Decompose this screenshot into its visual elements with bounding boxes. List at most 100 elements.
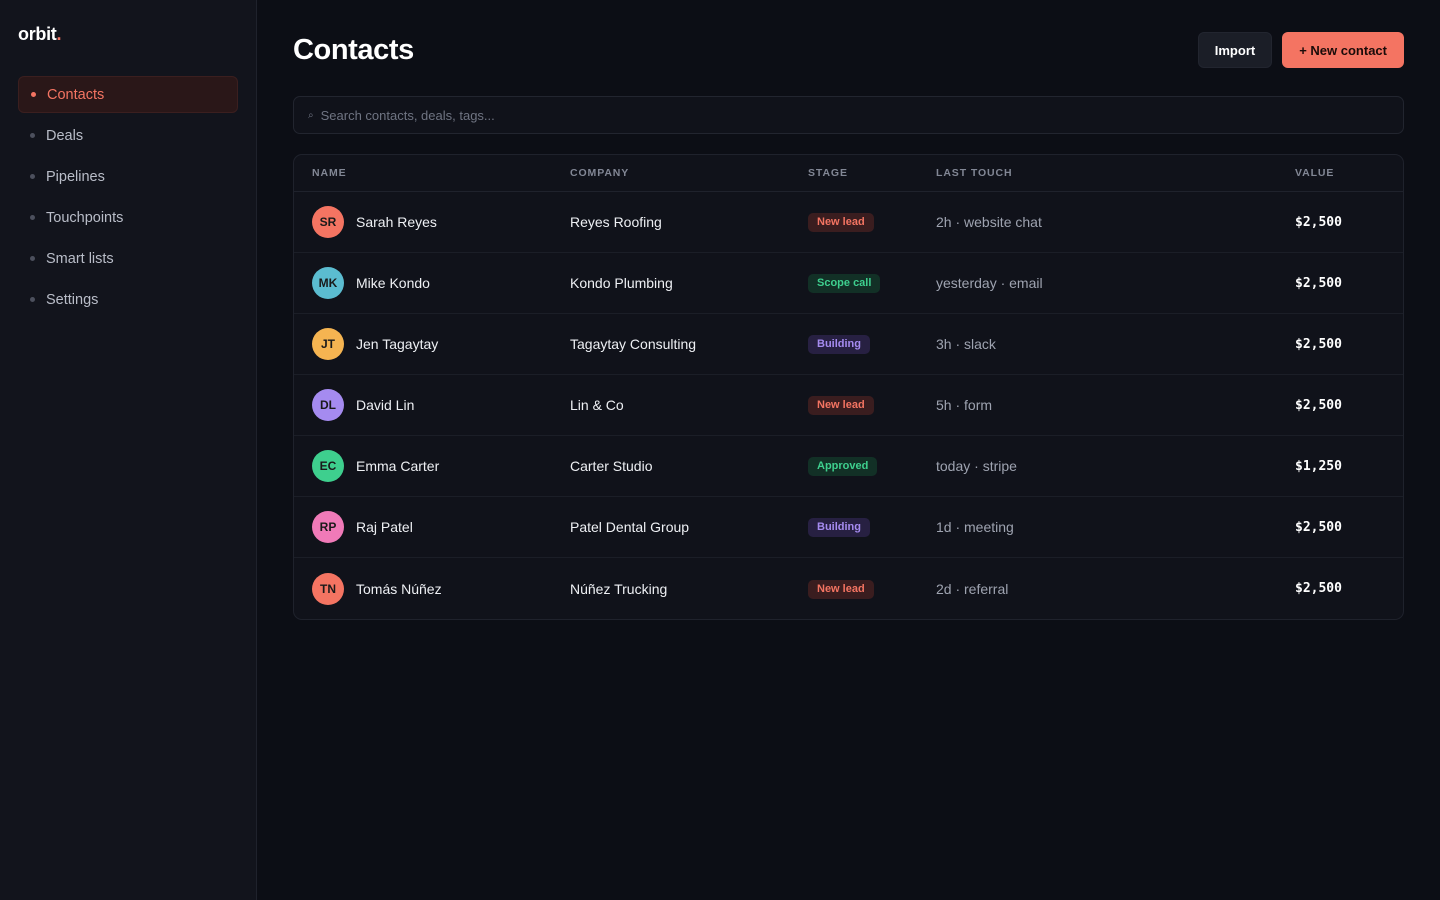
- sidebar-item-label: Pipelines: [46, 168, 105, 185]
- name-cell: EC Emma Carter: [312, 450, 570, 482]
- company-name: Carter Studio: [570, 458, 653, 474]
- stage-badge: New lead: [808, 396, 874, 415]
- contact-name[interactable]: Jen Tagaytay: [356, 336, 438, 352]
- avatar: TN: [312, 572, 344, 605]
- sidebar-item-label: Touchpoints: [46, 209, 124, 226]
- avatar: DL: [312, 389, 344, 421]
- table-body: SR Sarah Reyes Reyes Roofing New lead 2h · w…: [294, 192, 1403, 619]
- sidebar-item-label: Contacts: [47, 86, 105, 103]
- contact-name[interactable]: Tomás Núñez: [356, 581, 442, 597]
- contact-name[interactable]: Raj Patel: [356, 519, 413, 535]
- stage-cell: New lead: [808, 212, 936, 232]
- deal-value: $2,500: [1295, 214, 1342, 230]
- stage-badge: New lead: [808, 579, 874, 599]
- avatar: RP: [312, 511, 344, 543]
- table-row[interactable]: RP Raj Patel Patel Dental Group Building 1d …: [294, 497, 1403, 558]
- stage-badge: Scope call: [808, 274, 881, 293]
- table-row[interactable]: JT Jen Tagaytay Tagaytay Consulting Buildin…: [294, 314, 1403, 375]
- sidebar-item-contacts[interactable]: Contacts: [18, 76, 238, 113]
- name-cell: SR Sarah Reyes: [312, 206, 570, 238]
- app-shell: orbit. Contacts Deals Pipelines Touchpoints…: [0, 0, 1440, 900]
- table-row[interactable]: SR Sarah Reyes Reyes Roofing New lead 2h · w…: [294, 192, 1403, 253]
- avatar: MK: [312, 267, 344, 299]
- name-cell: DL David Lin: [312, 389, 570, 421]
- avatar: SR: [312, 206, 344, 238]
- logo-text: orbit: [18, 24, 57, 44]
- sidebar-item-smart-lists[interactable]: Smart lists: [18, 240, 238, 277]
- bullet-icon: [30, 174, 35, 179]
- table-row[interactable]: MK Mike Kondo Kondo Plumbing Scope call yest…: [294, 253, 1403, 314]
- column-header-last-touch[interactable]: LAST TOUCH: [936, 167, 1295, 179]
- deal-value: $2,500: [1295, 519, 1342, 535]
- deal-value: $1,250: [1295, 458, 1342, 474]
- stage-cell: Scope call: [808, 273, 936, 293]
- stage-badge: Approved: [808, 457, 878, 476]
- deal-value: $2,500: [1295, 581, 1342, 596]
- stage-badge: Building: [808, 518, 870, 537]
- last-touch: 1d · meeting: [936, 519, 1014, 535]
- header-actions: Import + New contact: [1197, 32, 1404, 68]
- sidebar-item-label: Deals: [46, 127, 84, 144]
- stage-cell: Approved: [808, 456, 936, 476]
- page-title: Contacts: [293, 33, 414, 66]
- stage-cell: New lead: [808, 579, 936, 599]
- new-contact-button[interactable]: + New contact: [1282, 32, 1404, 68]
- deal-value: $2,500: [1295, 336, 1342, 352]
- company-name: Reyes Roofing: [570, 214, 662, 230]
- last-touch: 2d · referral: [936, 580, 1009, 597]
- last-touch: 3h · slack: [936, 336, 996, 352]
- company-name: Núñez Trucking: [570, 580, 668, 597]
- sidebar-item-deals[interactable]: Deals: [18, 117, 238, 154]
- bullet-icon: [30, 133, 35, 138]
- last-touch: 5h · form: [936, 397, 993, 413]
- sidebar-item-label: Settings: [46, 291, 99, 308]
- page-header: Contacts Import + New contact: [293, 0, 1404, 100]
- deal-value: $2,500: [1295, 275, 1342, 291]
- search-input[interactable]: [318, 106, 1403, 124]
- bullet-icon: [31, 92, 36, 97]
- last-touch: today · stripe: [936, 458, 1017, 474]
- main-content: Contacts Import + New contact ⌕ NAMECOMP…: [257, 0, 1440, 900]
- app-logo[interactable]: orbit.: [18, 24, 238, 46]
- table-row[interactable]: DL David Lin Lin & Co New lead 5h · form $2,5…: [294, 375, 1403, 436]
- import-button[interactable]: Import: [1197, 32, 1273, 68]
- name-cell: JT Jen Tagaytay: [312, 328, 570, 360]
- last-touch: yesterday · email: [936, 275, 1043, 291]
- name-cell: TN Tomás Núñez: [312, 572, 570, 605]
- company-name: Kondo Plumbing: [570, 275, 673, 291]
- search-bar[interactable]: ⌕: [293, 96, 1404, 134]
- name-cell: MK Mike Kondo: [312, 267, 570, 299]
- sidebar-item-settings[interactable]: Settings: [18, 281, 238, 318]
- stage-badge: Building: [808, 335, 870, 354]
- sidebar-item-touchpoints[interactable]: Touchpoints: [18, 199, 238, 236]
- bullet-icon: [30, 215, 35, 220]
- contact-name[interactable]: Mike Kondo: [356, 275, 430, 291]
- avatar: EC: [312, 450, 344, 482]
- stage-cell: Building: [808, 334, 936, 354]
- stage-badge: New lead: [808, 213, 874, 232]
- last-touch: 2h · website chat: [936, 214, 1042, 230]
- contact-name[interactable]: Sarah Reyes: [356, 214, 437, 230]
- column-header-stage[interactable]: STAGE: [808, 167, 936, 179]
- bullet-icon: [30, 256, 35, 261]
- logo-dot: .: [56, 24, 62, 44]
- sidebar-item-pipelines[interactable]: Pipelines: [18, 158, 238, 195]
- stage-cell: Building: [808, 517, 936, 537]
- contact-name[interactable]: Emma Carter: [356, 458, 439, 474]
- stage-cell: New lead: [808, 395, 936, 415]
- contact-name[interactable]: David Lin: [356, 397, 414, 413]
- avatar: JT: [312, 328, 344, 360]
- sidebar-item-label: Smart lists: [46, 250, 114, 267]
- sidebar-nav: Contacts Deals Pipelines Touchpoints Smart l…: [18, 76, 238, 318]
- deal-value: $2,500: [1295, 397, 1342, 413]
- company-name: Patel Dental Group: [570, 519, 690, 535]
- column-header-name[interactable]: NAME: [312, 167, 570, 179]
- table-row[interactable]: EC Emma Carter Carter Studio Approved today …: [294, 436, 1403, 497]
- table-row[interactable]: TN Tomás Núñez Núñez Trucking New lead 2d · …: [294, 558, 1403, 619]
- bullet-icon: [30, 297, 35, 302]
- column-header-company[interactable]: COMPANY: [570, 167, 808, 179]
- company-name: Tagaytay Consulting: [570, 336, 697, 352]
- name-cell: RP Raj Patel: [312, 511, 570, 543]
- column-header-value[interactable]: VALUE: [1295, 167, 1403, 179]
- table-header: NAME COMPANY STAGE LAST TOUCH VALUE: [294, 155, 1403, 192]
